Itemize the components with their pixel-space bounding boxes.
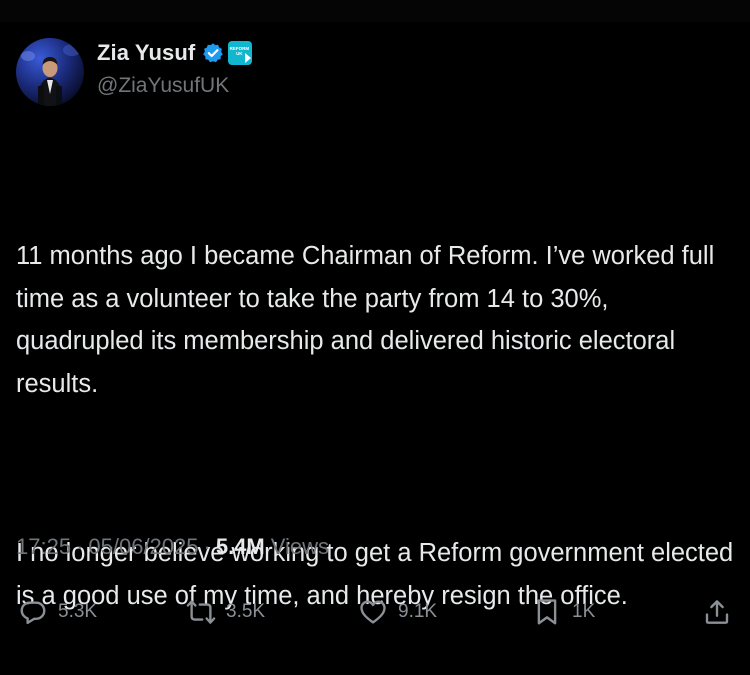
- verified-badge-icon: [202, 42, 224, 64]
- affiliate-badge-icon[interactable]: REFORM UK: [228, 41, 253, 65]
- repost-count: 3.5K: [226, 601, 266, 622]
- tweet-text: 11 months ago I became Chairman of Refor…: [16, 150, 734, 660]
- reply-icon: [20, 601, 46, 625]
- handle[interactable]: @ZiaYusufUK: [97, 74, 252, 98]
- share-button[interactable]: [702, 592, 732, 632]
- tweet-time[interactable]: 17:25: [16, 534, 71, 560]
- meta-separator: ·: [76, 534, 84, 559]
- reply-button[interactable]: 5.3K: [18, 592, 97, 632]
- affiliate-arrow-icon: [245, 53, 252, 63]
- bookmark-count: 1K: [572, 601, 596, 622]
- tweet-header: Zia Yusuf REFORM UK @ZiaYusufUK: [16, 38, 253, 106]
- tweet-meta: 17:25 · 05/06/2025 · 5.4M Views: [16, 534, 329, 560]
- bookmark-button[interactable]: 1K: [532, 592, 595, 632]
- avatar-image: [21, 44, 81, 106]
- repost-icon: [186, 600, 216, 624]
- action-bar: 5.3K 3.5K 9.1K 1K: [18, 592, 734, 632]
- tweet-paragraph-1: 11 months ago I became Chairman of Refor…: [16, 242, 722, 398]
- like-count: 9.1K: [398, 601, 438, 622]
- avatar[interactable]: [16, 38, 84, 106]
- like-button[interactable]: 9.1K: [358, 592, 437, 632]
- heart-icon: [360, 600, 386, 624]
- reply-count: 5.3K: [58, 601, 98, 622]
- top-bar: [0, 0, 750, 22]
- share-icon: [705, 600, 729, 624]
- views-count[interactable]: 5.4M: [216, 534, 265, 560]
- meta-separator: ·: [203, 534, 211, 559]
- repost-button[interactable]: 3.5K: [186, 592, 265, 632]
- tweet-date[interactable]: 05/06/2025: [88, 534, 198, 560]
- views-label: Views: [270, 534, 330, 559]
- display-name[interactable]: Zia Yusuf: [97, 40, 195, 66]
- bookmark-icon: [537, 599, 557, 625]
